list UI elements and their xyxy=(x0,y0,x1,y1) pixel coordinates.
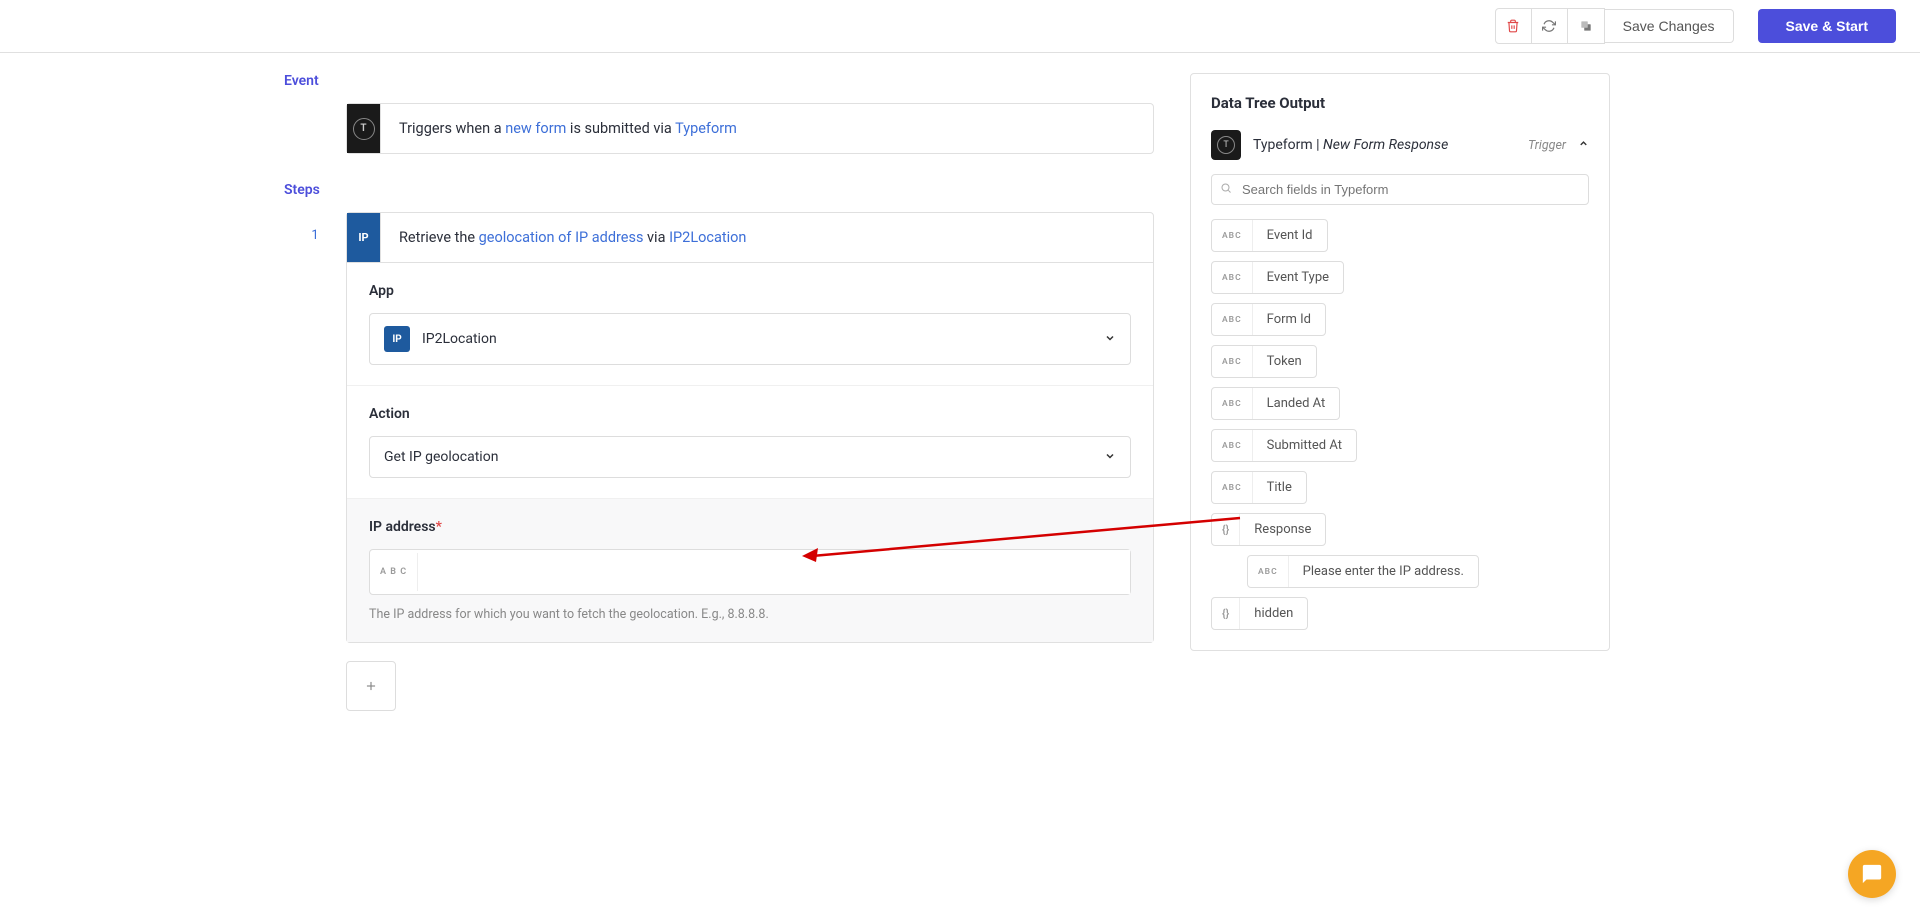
event-description: Triggers when a new form is submitted vi… xyxy=(381,104,1153,153)
required-marker: * xyxy=(436,519,442,535)
save-start-button[interactable]: Save & Start xyxy=(1758,9,1896,43)
field-name: Landed At xyxy=(1253,388,1340,419)
search-icon xyxy=(1220,182,1232,197)
type-tag-abc: ABC xyxy=(1212,472,1253,503)
action-select[interactable]: Get IP geolocation xyxy=(369,436,1131,478)
ip-label-text: IP address xyxy=(369,519,436,535)
field-hidden[interactable]: {}hidden xyxy=(1211,597,1308,630)
app-select[interactable]: IP IP2Location xyxy=(369,313,1131,365)
refresh-button[interactable] xyxy=(1532,9,1568,43)
event-text: Triggers when a xyxy=(399,120,505,137)
trash-icon xyxy=(1506,19,1520,33)
data-tree-search xyxy=(1211,174,1589,205)
step-header-link2[interactable]: IP2Location xyxy=(669,229,746,246)
field-name: Form Id xyxy=(1253,304,1325,335)
field-event-type[interactable]: ABCEvent Type xyxy=(1211,261,1344,294)
field-name: Response xyxy=(1240,514,1325,545)
step-header-link1[interactable]: geolocation of IP address xyxy=(479,229,644,246)
data-tree-trigger-badge: Trigger xyxy=(1528,138,1566,153)
field-token[interactable]: ABCToken xyxy=(1211,345,1317,378)
event-link-newform[interactable]: new form xyxy=(505,120,566,137)
topbar: Save Changes Save & Start xyxy=(0,0,1920,53)
type-tag-abc: A B C xyxy=(370,553,418,591)
data-tree-fields: ABCEvent Id ABCEvent Type ABCForm Id ABC… xyxy=(1211,219,1589,630)
ip-address-helper: The IP address for which you want to fet… xyxy=(369,607,1131,622)
field-ip-address-question[interactable]: ABCPlease enter the IP address. xyxy=(1247,555,1479,588)
field-name: hidden xyxy=(1240,598,1307,629)
step-header-mid: via xyxy=(643,229,669,246)
ip-address-input-wrapper[interactable]: A B C xyxy=(369,549,1131,595)
data-tree-title: Data Tree Output xyxy=(1211,94,1589,112)
step-row: 1 IP Retrieve the geolocation of IP addr… xyxy=(284,212,1154,643)
plus-icon xyxy=(364,679,378,693)
data-tree-card: Data Tree Output T Typeform | New Form R… xyxy=(1190,73,1610,651)
field-submitted-at[interactable]: ABCSubmitted At xyxy=(1211,429,1357,462)
data-tree-header[interactable]: T Typeform | New Form Response Trigger xyxy=(1211,130,1589,160)
field-response[interactable]: {}Response xyxy=(1211,513,1326,546)
ip-address-input[interactable] xyxy=(418,550,1130,594)
chat-fab[interactable] xyxy=(1848,850,1896,898)
delete-button[interactable] xyxy=(1496,9,1532,43)
event-section-label: Event xyxy=(284,73,1154,89)
main-column: Event T Triggers when a new form is subm… xyxy=(284,73,1154,711)
data-tree-search-input[interactable] xyxy=(1211,174,1589,205)
action-section: Action Get IP geolocation xyxy=(347,385,1153,498)
side-column: Data Tree Output T Typeform | New Form R… xyxy=(1190,73,1610,711)
data-tree-app-name: Typeform | New Form Response xyxy=(1253,137,1516,153)
step-number: 1 xyxy=(284,212,346,243)
app-select-value: IP2Location xyxy=(422,331,1104,347)
app-select-icon: IP xyxy=(384,326,410,352)
field-name: Event Id xyxy=(1253,220,1327,251)
field-name: Submitted At xyxy=(1253,430,1356,461)
type-tag-abc: ABC xyxy=(1248,556,1289,587)
field-title[interactable]: ABCTitle xyxy=(1211,471,1307,504)
field-event-id[interactable]: ABCEvent Id xyxy=(1211,219,1328,252)
copy-icon xyxy=(1579,19,1593,33)
chevron-down-icon xyxy=(1104,450,1116,465)
type-tag-abc: ABC xyxy=(1212,220,1253,251)
topbar-icon-group xyxy=(1495,8,1605,44)
field-name: Event Type xyxy=(1253,262,1343,293)
field-name: Token xyxy=(1253,346,1316,377)
refresh-icon xyxy=(1542,19,1556,33)
steps-section-label: Steps xyxy=(284,182,1154,198)
add-step-button[interactable] xyxy=(346,661,396,711)
ip-address-section: IP address* A B C The IP address for whi… xyxy=(347,498,1153,642)
step-card: IP Retrieve the geolocation of IP addres… xyxy=(346,212,1154,643)
type-tag-abc: ABC xyxy=(1212,346,1253,377)
app-label: App xyxy=(369,283,1131,299)
event-link-typeform[interactable]: Typeform xyxy=(675,120,737,137)
field-form-id[interactable]: ABCForm Id xyxy=(1211,303,1326,336)
event-card[interactable]: T Triggers when a new form is submitted … xyxy=(346,103,1154,154)
step-header-text: Retrieve the geolocation of IP address v… xyxy=(381,213,1153,262)
ip-address-label: IP address* xyxy=(369,519,1131,535)
action-label: Action xyxy=(369,406,1131,422)
chevron-down-icon xyxy=(1104,332,1116,347)
type-tag-object: {} xyxy=(1212,598,1240,629)
type-tag-abc: ABC xyxy=(1212,388,1253,419)
app-section: App IP IP2Location xyxy=(347,263,1153,385)
event-text-mid: is submitted via xyxy=(566,120,675,137)
type-tag-abc: ABC xyxy=(1212,304,1253,335)
field-landed-at[interactable]: ABCLanded At xyxy=(1211,387,1340,420)
chat-icon xyxy=(1861,863,1883,885)
field-name: Please enter the IP address. xyxy=(1289,556,1478,587)
step-header-prefix: Retrieve the xyxy=(399,229,479,246)
type-tag-abc: ABC xyxy=(1212,430,1253,461)
type-tag-abc: ABC xyxy=(1212,262,1253,293)
data-tree-app-icon: T xyxy=(1211,130,1241,160)
type-tag-object: {} xyxy=(1212,514,1240,545)
typeform-icon: T xyxy=(347,104,381,153)
ip2location-icon: IP xyxy=(347,213,381,262)
field-name: Title xyxy=(1253,472,1306,503)
chevron-up-icon[interactable] xyxy=(1578,138,1589,152)
action-select-value: Get IP geolocation xyxy=(384,449,1104,465)
step-header[interactable]: IP Retrieve the geolocation of IP addres… xyxy=(347,213,1153,263)
copy-button[interactable] xyxy=(1568,9,1604,43)
save-changes-button[interactable]: Save Changes xyxy=(1605,9,1734,43)
